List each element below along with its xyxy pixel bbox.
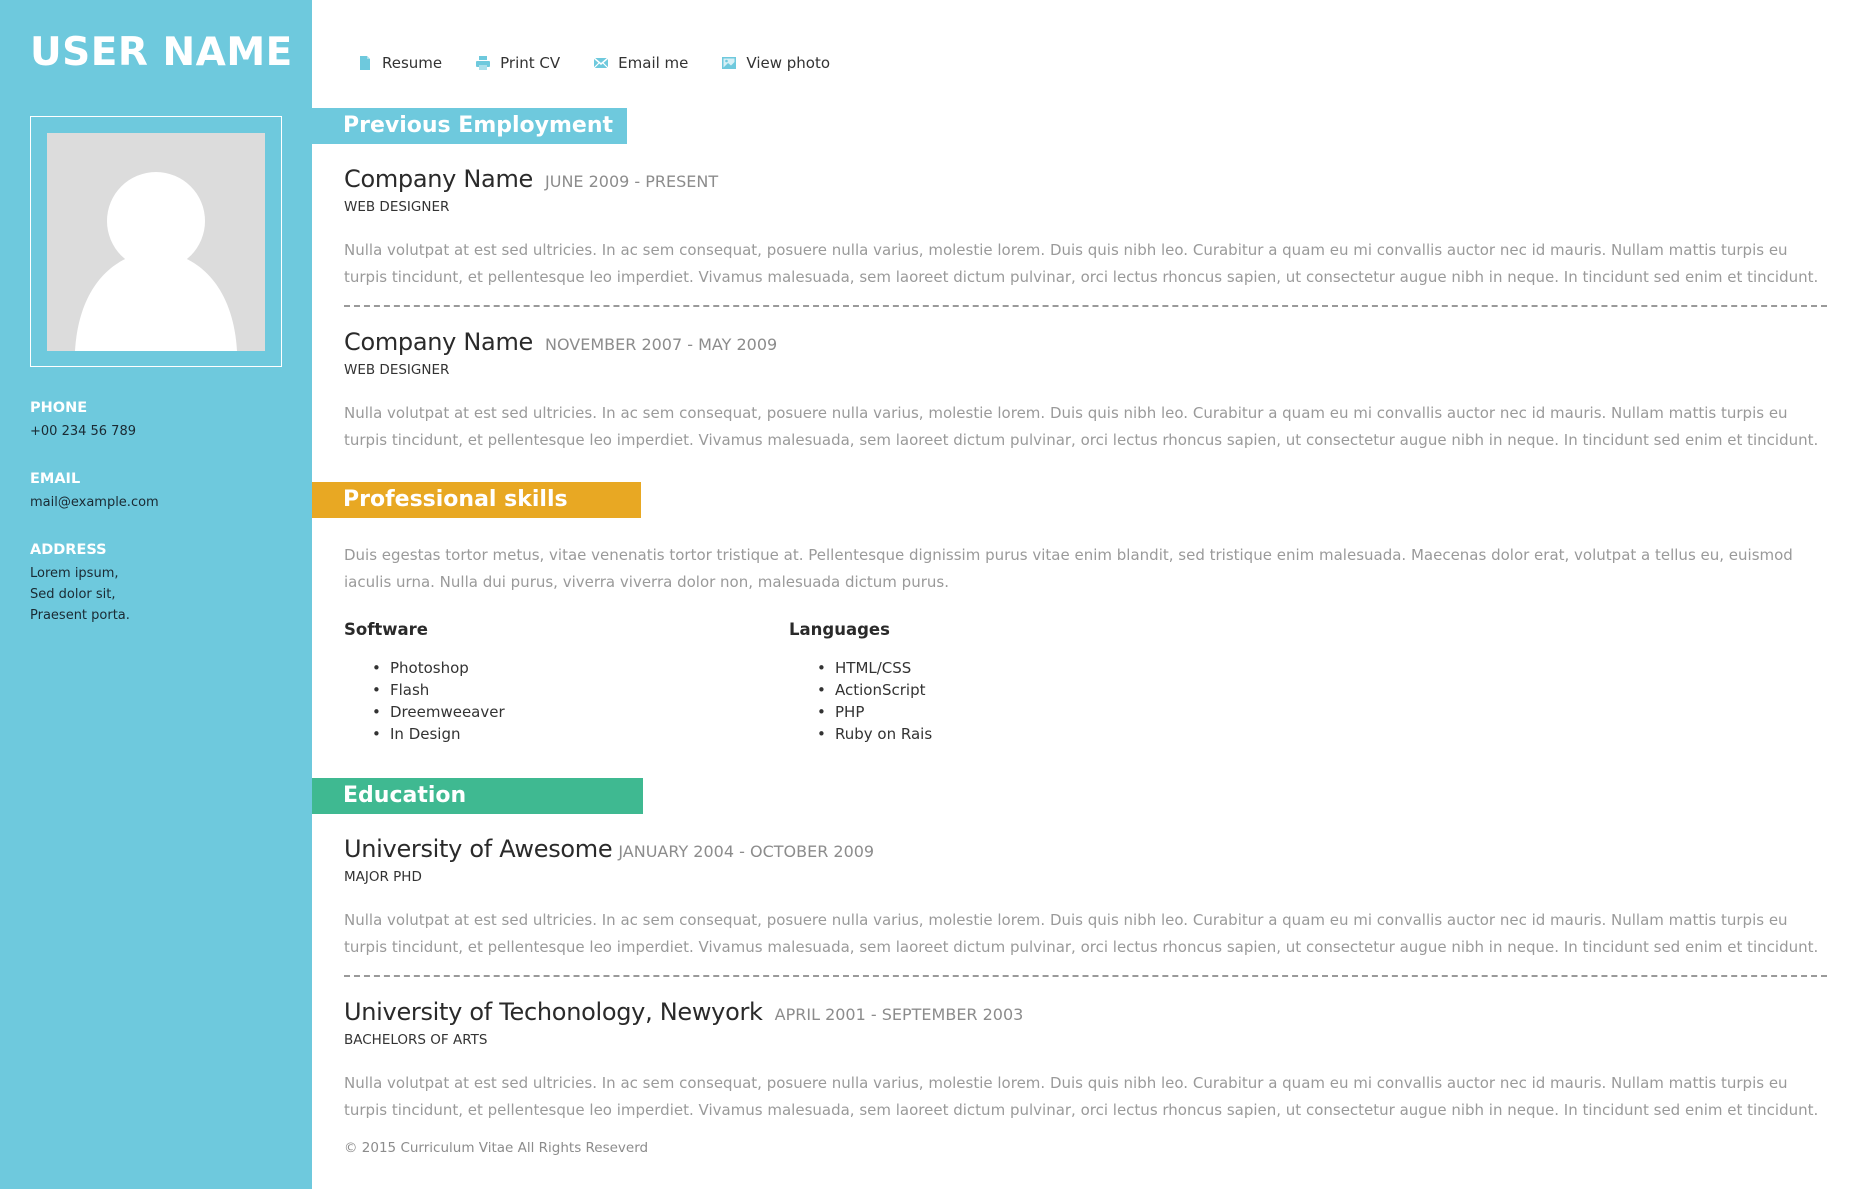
education-dates: APRIL 2001 - SEPTEMBER 2003 [774,1005,1024,1024]
software-heading: Software [344,620,428,639]
employment-entry: Company Name JUNE 2009 - PRESENT WEB DES… [344,165,1827,291]
profile-photo [47,133,265,351]
languages-list: HTML/CSS ActionScript PHP Ruby on Rais [789,657,932,745]
languages-heading: Languages [789,620,890,639]
top-nav: Resume Print CV Email me View photo [358,54,864,72]
list-item: HTML/CSS [817,657,932,679]
education-dates: JANUARY 2004 - OCTOBER 2009 [618,842,875,861]
list-item: Flash [372,679,505,701]
email-value[interactable]: mail@example.com [30,492,159,513]
education-entry: University of Awesome JANUARY 2004 - OCT… [344,835,1827,961]
job-role: WEB DESIGNER [344,362,450,378]
phone-value: +00 234 56 789 [30,424,136,439]
language-skills: Languages HTML/CSS ActionScript PHP Ruby… [789,620,932,745]
school-name: University of Techonology, Newyork [344,998,763,1026]
software-skills: Software Photoshop Flash Dreemweeaver In… [344,620,505,745]
degree: MAJOR PHD [344,869,422,885]
employment-entry: Company Name NOVEMBER 2007 - MAY 2009 WE… [344,328,1827,454]
list-item: In Design [372,723,505,745]
list-item: PHP [817,701,932,723]
nav-email-me-label: Email me [618,54,689,72]
printer-icon [476,56,491,70]
address-line: Praesent porta. [30,608,130,623]
section-header-education: Education [312,778,643,814]
entry-divider [344,305,1827,307]
nav-print-cv-link[interactable]: Print CV [476,54,560,72]
user-name: USER NAME [30,30,293,75]
user-silhouette-icon [47,133,265,351]
employment-dates: JUNE 2009 - PRESENT [545,172,719,191]
list-item: Photoshop [372,657,505,679]
entry-divider [344,975,1827,977]
list-item: Dreemweeaver [372,701,505,723]
section-header-skills: Professional skills [312,482,641,518]
education-entry: University of Techonology, Newyork APRIL… [344,998,1827,1124]
job-role: WEB DESIGNER [344,199,450,215]
school-name: University of Awesome [344,835,613,863]
nav-resume-link[interactable]: Resume [358,54,442,72]
list-item: Ruby on Rais [817,723,932,745]
nav-print-cv-label: Print CV [500,54,561,72]
employment-dates: NOVEMBER 2007 - MAY 2009 [545,335,778,354]
address-line: Lorem ipsum, [30,566,119,581]
list-item: ActionScript [817,679,932,701]
degree: BACHELORS OF ARTS [344,1032,488,1048]
envelope-icon [594,56,609,70]
job-description: Nulla volutpat at est sed ultricies. In … [344,404,1819,449]
address-line: Sed dolor sit, [30,587,116,602]
education-description: Nulla volutpat at est sed ultricies. In … [344,911,1819,956]
sidebar: USER NAME PHONE +00 234 56 789 EMAIL mai… [0,0,312,1189]
software-list: Photoshop Flash Dreemweeaver In Design [344,657,505,745]
company-name: Company Name [344,165,534,193]
address-label: ADDRESS [30,542,107,558]
education-description: Nulla volutpat at est sed ultricies. In … [344,1074,1819,1119]
company-name: Company Name [344,328,534,356]
nav-resume-label: Resume [382,54,443,72]
email-label: EMAIL [30,471,81,487]
nav-email-me-link[interactable]: Email me [594,54,688,72]
section-header-employment: Previous Employment [312,108,627,144]
skills-description: Duis egestas tortor metus, vitae venenat… [344,546,1793,591]
job-description: Nulla volutpat at est sed ultricies. In … [344,241,1819,286]
footer-copyright: © 2015 Curriculum Vitae All Rights Resev… [344,1140,649,1156]
phone-label: PHONE [30,400,88,416]
image-icon [722,56,737,70]
document-icon [358,56,372,70]
profile-photo-frame [30,116,282,367]
nav-view-photo-link[interactable]: View photo [722,54,830,72]
nav-view-photo-label: View photo [746,54,831,72]
